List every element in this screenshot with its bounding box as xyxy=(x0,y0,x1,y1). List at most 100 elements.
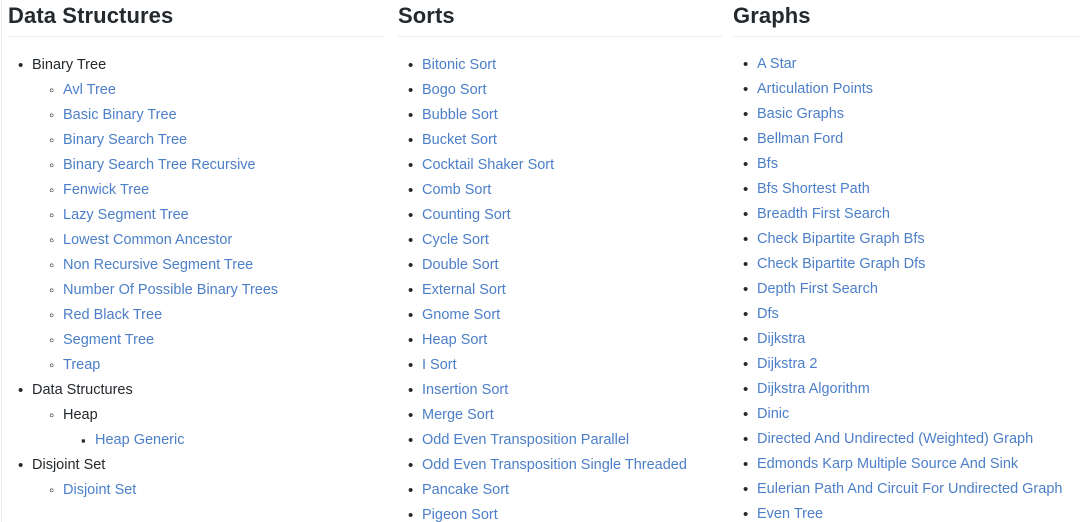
list-item[interactable]: Avl Tree xyxy=(63,78,388,103)
link-check-bipartite-graph-dfs[interactable]: Check Bipartite Graph Dfs xyxy=(757,256,925,272)
list-item[interactable]: Lazy Segment Tree xyxy=(63,203,388,228)
link-bucket-sort[interactable]: Bucket Sort xyxy=(422,132,497,148)
list-item[interactable]: Pigeon Sort xyxy=(422,503,725,522)
list-item[interactable]: Lowest Common Ancestor xyxy=(63,228,388,253)
link-dijkstra-2[interactable]: Dijkstra 2 xyxy=(757,356,817,372)
link-dinic[interactable]: Dinic xyxy=(757,406,789,422)
list-item[interactable]: Dinic xyxy=(757,402,1080,427)
list-item[interactable]: Insertion Sort xyxy=(422,378,725,403)
link-cycle-sort[interactable]: Cycle Sort xyxy=(422,232,489,248)
list-item[interactable]: Binary Search Tree Recursive xyxy=(63,153,388,178)
list-item[interactable]: Cocktail Shaker Sort xyxy=(422,153,725,178)
link-lazy-segment-tree[interactable]: Lazy Segment Tree xyxy=(63,207,189,223)
list-item[interactable]: Odd Even Transposition Single Threaded xyxy=(422,453,725,478)
link-fenwick-tree[interactable]: Fenwick Tree xyxy=(63,182,149,198)
link-basic-binary-tree[interactable]: Basic Binary Tree xyxy=(63,107,177,123)
link-odd-even-transposition-single-threaded[interactable]: Odd Even Transposition Single Threaded xyxy=(422,457,687,473)
list-item[interactable]: Odd Even Transposition Parallel xyxy=(422,428,725,453)
link-bogo-sort[interactable]: Bogo Sort xyxy=(422,82,487,98)
list-item[interactable]: Heap Generic xyxy=(95,428,388,453)
link-disjoint-set[interactable]: Disjoint Set xyxy=(63,482,136,498)
link-merge-sort[interactable]: Merge Sort xyxy=(422,407,494,423)
list-item[interactable]: Pancake Sort xyxy=(422,478,725,503)
link-red-black-tree[interactable]: Red Black Tree xyxy=(63,307,162,323)
link-even-tree[interactable]: Even Tree xyxy=(757,506,823,522)
link-segment-tree[interactable]: Segment Tree xyxy=(63,332,154,348)
list-item[interactable]: Double Sort xyxy=(422,253,725,278)
list-item[interactable]: Bogo Sort xyxy=(422,78,725,103)
link-number-of-possible-binary-trees[interactable]: Number Of Possible Binary Trees xyxy=(63,282,278,298)
link-avl-tree[interactable]: Avl Tree xyxy=(63,82,116,98)
link-comb-sort[interactable]: Comb Sort xyxy=(422,182,491,198)
link-bubble-sort[interactable]: Bubble Sort xyxy=(422,107,498,123)
link-depth-first-search[interactable]: Depth First Search xyxy=(757,281,878,297)
list-item[interactable]: Bucket Sort xyxy=(422,128,725,153)
list-item[interactable]: Even Tree xyxy=(757,502,1080,522)
link-odd-even-transposition-parallel[interactable]: Odd Even Transposition Parallel xyxy=(422,432,629,448)
list-item[interactable]: Directed And Undirected (Weighted) Graph xyxy=(757,427,1080,452)
list-item[interactable]: Heap Sort xyxy=(422,328,725,353)
list-item[interactable]: Dijkstra 2 xyxy=(757,352,1080,377)
link-a-star[interactable]: A Star xyxy=(757,56,797,72)
list-item[interactable]: A Star xyxy=(757,52,1080,77)
list-item[interactable]: Articulation Points xyxy=(757,77,1080,102)
list-item[interactable]: Treap xyxy=(63,353,388,378)
list-item[interactable]: External Sort xyxy=(422,278,725,303)
link-dijkstra[interactable]: Dijkstra xyxy=(757,331,805,347)
list-item[interactable]: Edmonds Karp Multiple Source And Sink xyxy=(757,452,1080,477)
list-item[interactable]: Red Black Tree xyxy=(63,303,388,328)
link-gnome-sort[interactable]: Gnome Sort xyxy=(422,307,500,323)
list-item[interactable]: Eulerian Path And Circuit For Undirected… xyxy=(757,477,1080,502)
link-bfs[interactable]: Bfs xyxy=(757,156,778,172)
link-dfs[interactable]: Dfs xyxy=(757,306,779,322)
list-item[interactable]: Non Recursive Segment Tree xyxy=(63,253,388,278)
link-bellman-ford[interactable]: Bellman Ford xyxy=(757,131,843,147)
link-binary-search-tree[interactable]: Binary Search Tree xyxy=(63,132,187,148)
list-item[interactable]: Bitonic Sort xyxy=(422,53,725,78)
link-non-recursive-segment-tree[interactable]: Non Recursive Segment Tree xyxy=(63,257,253,273)
list-item[interactable]: Breadth First Search xyxy=(757,202,1080,227)
list-item[interactable]: Bfs Shortest Path xyxy=(757,177,1080,202)
list-item[interactable]: Basic Binary Tree xyxy=(63,103,388,128)
list-item[interactable]: Bellman Ford xyxy=(757,127,1080,152)
link-cocktail-shaker-sort[interactable]: Cocktail Shaker Sort xyxy=(422,157,554,173)
link-articulation-points[interactable]: Articulation Points xyxy=(757,81,873,97)
list-item[interactable]: Number Of Possible Binary Trees xyxy=(63,278,388,303)
link-dijkstra-algorithm[interactable]: Dijkstra Algorithm xyxy=(757,381,870,397)
list-item[interactable]: Dijkstra xyxy=(757,327,1080,352)
link-i-sort[interactable]: I Sort xyxy=(422,357,457,373)
list-item[interactable]: Segment Tree xyxy=(63,328,388,353)
link-binary-search-tree-recursive[interactable]: Binary Search Tree Recursive xyxy=(63,157,256,173)
link-pigeon-sort[interactable]: Pigeon Sort xyxy=(422,507,498,522)
list-item[interactable]: Basic Graphs xyxy=(757,102,1080,127)
list-item[interactable]: Comb Sort xyxy=(422,178,725,203)
link-external-sort[interactable]: External Sort xyxy=(422,282,506,298)
link-counting-sort[interactable]: Counting Sort xyxy=(422,207,511,223)
list-item[interactable]: Bfs xyxy=(757,152,1080,177)
link-bfs-shortest-path[interactable]: Bfs Shortest Path xyxy=(757,181,870,197)
link-treap[interactable]: Treap xyxy=(63,357,100,373)
link-breadth-first-search[interactable]: Breadth First Search xyxy=(757,206,890,222)
list-item[interactable]: Dfs xyxy=(757,302,1080,327)
link-insertion-sort[interactable]: Insertion Sort xyxy=(422,382,508,398)
link-directed-and-undirected-weighted-graph[interactable]: Directed And Undirected (Weighted) Graph xyxy=(757,431,1033,447)
link-check-bipartite-graph-bfs[interactable]: Check Bipartite Graph Bfs xyxy=(757,231,925,247)
list-item[interactable]: Gnome Sort xyxy=(422,303,725,328)
list-item[interactable]: Cycle Sort xyxy=(422,228,725,253)
list-item[interactable]: Merge Sort xyxy=(422,403,725,428)
link-basic-graphs[interactable]: Basic Graphs xyxy=(757,106,844,122)
link-eulerian-path-and-circuit-for-undirected-graph[interactable]: Eulerian Path And Circuit For Undirected… xyxy=(757,481,1062,497)
list-item[interactable]: Dijkstra Algorithm xyxy=(757,377,1080,402)
link-bitonic-sort[interactable]: Bitonic Sort xyxy=(422,57,496,73)
link-double-sort[interactable]: Double Sort xyxy=(422,257,499,273)
list-item[interactable]: Disjoint Set xyxy=(63,478,388,503)
link-heap-sort[interactable]: Heap Sort xyxy=(422,332,487,348)
link-edmonds-karp-multiple-source-and-sink[interactable]: Edmonds Karp Multiple Source And Sink xyxy=(757,456,1018,472)
list-item[interactable]: Depth First Search xyxy=(757,277,1080,302)
list-item[interactable]: Fenwick Tree xyxy=(63,178,388,203)
list-item[interactable]: Counting Sort xyxy=(422,203,725,228)
link-heap-generic[interactable]: Heap Generic xyxy=(95,432,184,448)
link-pancake-sort[interactable]: Pancake Sort xyxy=(422,482,509,498)
list-item[interactable]: Binary Search Tree xyxy=(63,128,388,153)
list-item[interactable]: Check Bipartite Graph Bfs xyxy=(757,227,1080,252)
